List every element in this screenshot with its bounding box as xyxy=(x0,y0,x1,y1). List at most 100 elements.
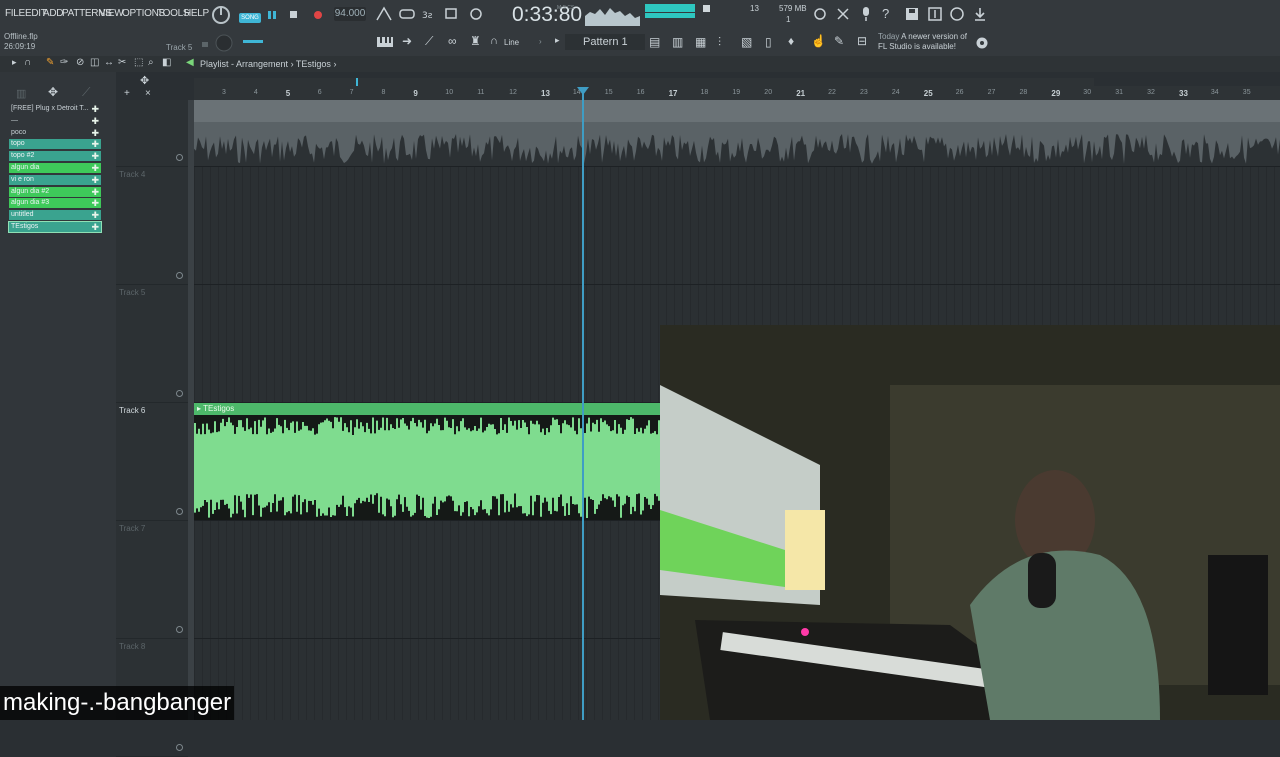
track-mute-icon[interactable] xyxy=(176,390,183,397)
add-clip-icon[interactable]: ✚ xyxy=(91,139,99,149)
channel-rack-icon[interactable]: ▥ xyxy=(672,35,683,49)
panel-automation-icon[interactable]: ⟋ xyxy=(82,85,90,100)
scroll-thumb[interactable] xyxy=(356,78,358,86)
snap-selector[interactable]: Line xyxy=(504,38,519,47)
add-clip-icon[interactable]: ✚ xyxy=(91,151,99,161)
master-volume-knob[interactable] xyxy=(213,32,235,54)
brush-icon[interactable]: ⟋ xyxy=(425,34,433,49)
pattern-selector[interactable]: Pattern 1 xyxy=(565,34,645,50)
touch-icon[interactable]: ☝ xyxy=(811,34,826,48)
clip-header[interactable]: ▸ TEstigos xyxy=(194,403,660,415)
clip-list-item[interactable]: TEstigos ✚ xyxy=(8,221,102,233)
mic-icon[interactable] xyxy=(858,5,874,23)
sliders-icon[interactable]: ⫶ xyxy=(718,35,721,50)
magnet-snap-icon[interactable]: ∩ xyxy=(24,57,31,68)
lock-icon[interactable] xyxy=(200,38,210,48)
clip-list-item[interactable]: topo ✚ xyxy=(9,139,101,150)
track-mute-icon[interactable] xyxy=(176,154,183,161)
multilink-icon[interactable] xyxy=(467,6,485,22)
remove-track-icon[interactable]: × xyxy=(145,88,151,99)
link-icon[interactable]: ∞ xyxy=(448,34,457,48)
clip-list-item[interactable]: poco ✚ xyxy=(9,128,101,138)
slice-tool-icon[interactable]: ✂ xyxy=(118,57,126,68)
slip-tool-icon[interactable]: ↔ xyxy=(104,57,114,68)
track-header[interactable] xyxy=(116,100,188,167)
playlist-arrow-icon[interactable]: ◀ xyxy=(186,57,194,68)
add-clip-icon[interactable]: ✚ xyxy=(91,198,99,208)
track-mute-icon[interactable] xyxy=(176,744,183,751)
stop-icon[interactable] xyxy=(288,9,300,21)
add-clip-icon[interactable]: ✚ xyxy=(91,175,99,185)
render-icon[interactable] xyxy=(927,6,943,22)
tools-icon[interactable] xyxy=(835,6,851,22)
clip-list-item[interactable]: algun dia ✚ xyxy=(9,163,101,173)
add-track-icon[interactable]: + xyxy=(124,88,130,99)
clipboard-icon[interactable]: ▯ xyxy=(765,35,772,49)
chat-icon[interactable] xyxy=(949,6,965,22)
add-clip-icon[interactable]: ✚ xyxy=(91,222,99,232)
pencil-icon[interactable]: ✎ xyxy=(46,57,54,68)
add-clip-icon[interactable]: ✚ xyxy=(91,116,99,126)
clip-list-item[interactable]: — ✚ xyxy=(9,116,101,126)
mute-tool-icon[interactable]: ◫ xyxy=(90,57,99,68)
play-icon[interactable] xyxy=(266,9,278,21)
snap-dropdown-icon[interactable]: › xyxy=(539,37,542,46)
select-tool-icon[interactable]: ⬚ xyxy=(134,57,143,68)
playback-tool-icon[interactable]: ◧ xyxy=(162,57,171,68)
panel-tab-icon[interactable]: ▥ xyxy=(16,87,26,100)
save-icon[interactable] xyxy=(904,6,920,22)
cart-icon[interactable]: ⊟ xyxy=(857,34,867,48)
audio-clip-testigos[interactable]: ▸ TEstigos xyxy=(194,403,660,520)
tag-icon[interactable]: ✎ xyxy=(834,34,844,48)
track-header[interactable]: Track 4 xyxy=(116,166,188,285)
metronome-icon[interactable] xyxy=(375,6,393,22)
track-header[interactable]: Track 6 xyxy=(116,402,188,521)
help-icon[interactable]: ? xyxy=(882,6,889,21)
blend-notes-icon[interactable] xyxy=(444,6,462,22)
add-clip-icon[interactable]: ✚ xyxy=(91,187,99,197)
browser-icon[interactable]: ▧ xyxy=(741,35,752,49)
clip-list-item[interactable]: vi e ron ✚ xyxy=(9,174,101,185)
clip-list-item[interactable]: algun dia #2 ✚ xyxy=(9,186,101,197)
track-header[interactable]: Track 5 xyxy=(116,284,188,403)
menu-view[interactable]: VIEW xyxy=(99,8,124,19)
menu-help[interactable]: HELP xyxy=(184,8,209,19)
playhead[interactable] xyxy=(582,88,584,720)
arrow-icon[interactable]: ➜ xyxy=(402,34,412,48)
horizontal-scrollbar[interactable] xyxy=(194,78,1094,86)
piano-roll-icon[interactable] xyxy=(376,35,394,49)
refresh-icon[interactable] xyxy=(812,6,828,22)
add-clip-icon[interactable]: ✚ xyxy=(91,128,99,138)
expand-icon[interactable]: ▸ xyxy=(12,57,17,68)
track-mute-icon[interactable] xyxy=(176,508,183,515)
magnet-icon[interactable]: ∩ xyxy=(490,35,498,47)
clip-list-item[interactable]: algun dia #3 ✚ xyxy=(9,198,101,209)
master-pitch-slider[interactable] xyxy=(243,40,263,43)
tempo-display[interactable]: 94.000 xyxy=(334,7,366,21)
clip-list-item[interactable]: topo #2 ✚ xyxy=(9,151,101,162)
loop-record-icon[interactable] xyxy=(398,6,416,22)
panel-audio-icon[interactable]: ✥ xyxy=(48,85,58,99)
track-mute-icon[interactable] xyxy=(176,272,183,279)
delete-tool-icon[interactable]: ⊘ xyxy=(76,57,84,68)
wait-icon[interactable] xyxy=(211,5,231,25)
add-clip-icon[interactable]: ✚ xyxy=(91,163,99,173)
clip-list-item[interactable]: [FREE] Plug x Detroit T... ✚ xyxy=(9,104,101,114)
track-header[interactable]: Track 7 xyxy=(116,520,188,639)
playlist-icon[interactable]: ▤ xyxy=(649,35,660,49)
step-edit-icon[interactable]: 3ƨ xyxy=(421,6,439,22)
playhead-marker-icon[interactable] xyxy=(577,87,589,96)
stamp-icon[interactable]: ♜ xyxy=(470,34,481,48)
menu-file[interactable]: FILE xyxy=(5,8,25,19)
song-mode-toggle[interactable]: SONG xyxy=(239,13,261,23)
zoom-tool-icon[interactable]: ⌕ xyxy=(148,57,154,68)
mixer-icon[interactable]: ▦ xyxy=(695,35,706,49)
add-clip-icon[interactable]: ✚ xyxy=(91,104,99,114)
record-icon[interactable] xyxy=(311,8,325,22)
download-icon[interactable] xyxy=(972,6,988,22)
brush-tool-icon[interactable]: ✑ xyxy=(60,57,68,68)
plugin-icon[interactable]: ♦ xyxy=(788,34,794,48)
news-panel[interactable]: Today A newer version of FL Studio is av… xyxy=(878,32,967,52)
audio-clip-top[interactable] xyxy=(194,100,1280,166)
add-clip-icon[interactable]: ✚ xyxy=(91,210,99,220)
